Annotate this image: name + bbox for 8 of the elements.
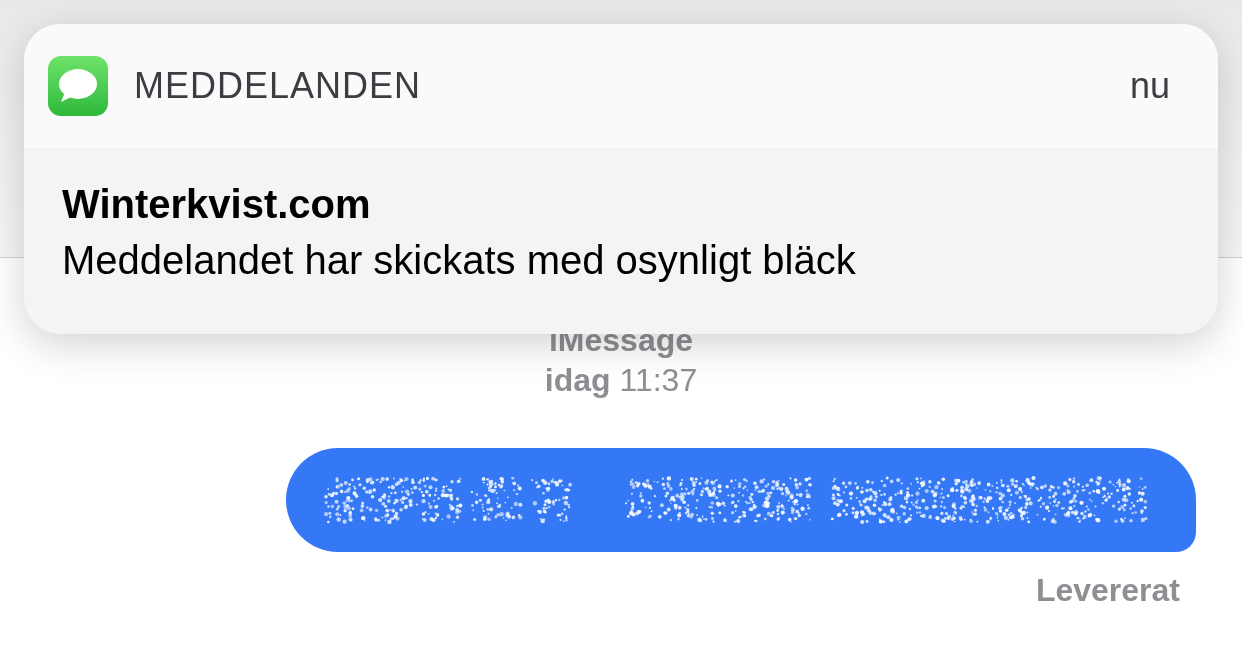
delivery-status: Levererat — [1035, 571, 1180, 610]
messages-app-icon — [48, 56, 108, 116]
app-name: MEDDELANDEN — [134, 64, 423, 108]
notification-time: nu — [1129, 64, 1170, 108]
notification-title: Winterkvist.com — [62, 181, 372, 228]
notification-body: Meddelandet har skickats med osynligt bläck — [62, 237, 857, 284]
timestamp: idag 11:37 — [544, 361, 698, 400]
notification-banner[interactable]: MEDDELANDEN nu Winterkvist.com Meddelandet har skickats med osynligt bläck — [24, 24, 1218, 334]
